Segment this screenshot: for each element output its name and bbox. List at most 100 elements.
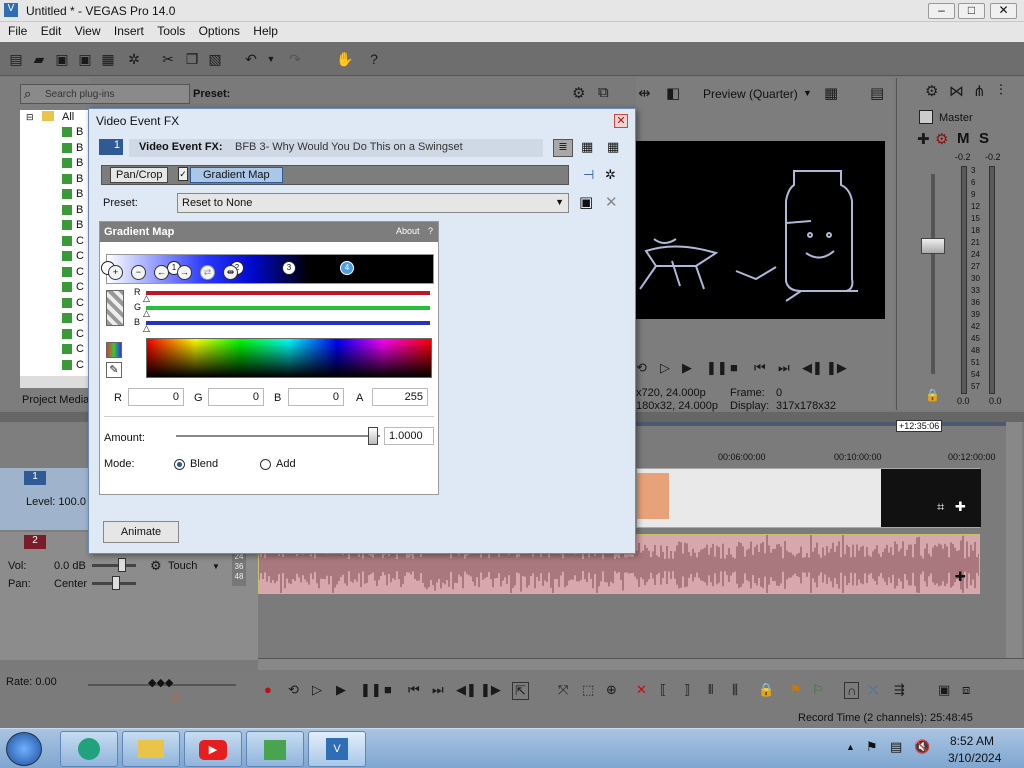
- main-go-start-icon[interactable]: ⏮: [408, 682, 420, 698]
- plugin-item[interactable]: C: [62, 266, 84, 278]
- a-field[interactable]: 255: [372, 388, 428, 406]
- menu-insert[interactable]: Insert: [109, 22, 149, 40]
- remove-plugin-icon[interactable]: ✲: [605, 167, 616, 183]
- video-track-level[interactable]: Level: 100.0: [26, 496, 86, 508]
- delete-preset-icon[interactable]: ✕: [605, 193, 618, 211]
- go-to-start-icon[interactable]: ⏮: [754, 360, 766, 376]
- enable-snapping-icon[interactable]: ✋: [336, 51, 353, 67]
- gradient-stop-4[interactable]: 4: [340, 261, 354, 275]
- tree-root-all[interactable]: All: [62, 111, 74, 123]
- selection-tool-icon[interactable]: ⬚: [582, 682, 594, 698]
- normal-edit-tool-icon[interactable]: ⇱: [512, 682, 529, 700]
- record-icon[interactable]: ●: [264, 682, 272, 697]
- save-preset-icon[interactable]: ▣: [579, 193, 593, 211]
- play-icon[interactable]: ▶: [682, 360, 692, 376]
- volume-muted-icon[interactable]: 🔇: [914, 739, 930, 755]
- main-stop-icon[interactable]: ■: [384, 682, 392, 697]
- search-input[interactable]: Search plug-ins: [45, 89, 114, 100]
- plugin-item[interactable]: C: [62, 281, 84, 293]
- pause-icon[interactable]: ❚❚: [706, 360, 728, 376]
- master-mute-button[interactable]: M: [957, 130, 970, 147]
- menu-file[interactable]: File: [3, 22, 32, 40]
- mixer-routing-icon[interactable]: ⋈: [949, 82, 964, 100]
- stop-icon[interactable]: ■: [730, 360, 738, 375]
- mixer-downmix-icon[interactable]: ⋔: [973, 82, 986, 100]
- copy-snapshot-icon[interactable]: ▤: [870, 84, 884, 102]
- event-pan-crop-icon[interactable]: ⌗: [937, 499, 944, 515]
- next-stop-icon[interactable]: →: [177, 265, 192, 280]
- preset-dropdown[interactable]: Reset to None ▼: [177, 193, 569, 213]
- tray-expand-icon[interactable]: ▲: [846, 742, 855, 752]
- main-prev-frame-icon[interactable]: ◀❚: [456, 682, 477, 698]
- tree-scrollbar[interactable]: [20, 376, 90, 388]
- add-stop-icon[interactable]: +: [108, 265, 123, 280]
- menu-help[interactable]: Help: [248, 22, 283, 40]
- new-icon[interactable]: ▤: [8, 51, 24, 67]
- master-fx-icon[interactable]: ✚: [917, 130, 930, 148]
- g-slider-handle[interactable]: △: [143, 308, 150, 319]
- tree-collapse-icon[interactable]: ⊟: [26, 112, 34, 123]
- plugin-item[interactable]: C: [62, 235, 84, 247]
- zoom-tool-icon[interactable]: ⊕: [606, 682, 617, 698]
- video-track-header[interactable]: 1 Level: 100.0: [0, 468, 90, 530]
- pan-slider-knob[interactable]: [112, 576, 120, 590]
- automation-gear-icon[interactable]: ⚙: [150, 558, 162, 574]
- remove-stop-icon[interactable]: −: [131, 265, 146, 280]
- reverse-stops-icon[interactable]: ⇄: [200, 265, 215, 280]
- plugin-tree[interactable]: ⊟ All BBBBBBBCCCCCCCCC: [20, 110, 90, 382]
- horizontal-scrollbar[interactable]: [258, 658, 1024, 670]
- grid-icon[interactable]: ▦: [824, 84, 838, 102]
- overlay-icon[interactable]: ◧: [666, 84, 680, 102]
- properties-icon[interactable]: ✲: [126, 51, 142, 67]
- master-solo-button[interactable]: S: [979, 130, 989, 147]
- master-fx-chain-icon[interactable]: ⚙: [935, 130, 948, 148]
- view-single-icon[interactable]: ≣: [553, 139, 573, 157]
- lock-event-icon[interactable]: 🔒: [758, 682, 774, 698]
- plugin-item[interactable]: B: [62, 142, 83, 154]
- taskbar-edge[interactable]: [60, 731, 118, 767]
- plugin-item[interactable]: B: [62, 157, 83, 169]
- r-slider[interactable]: [146, 291, 430, 295]
- taskbar-app[interactable]: [246, 731, 304, 767]
- master-fader-knob[interactable]: [921, 238, 945, 254]
- plugin-item[interactable]: C: [62, 297, 84, 309]
- close-button[interactable]: ✕: [990, 3, 1017, 19]
- menu-options[interactable]: Options: [194, 22, 245, 40]
- b-slider[interactable]: [146, 321, 430, 325]
- chain-bypass-checkbox[interactable]: ✓: [178, 167, 188, 181]
- whats-this-help-icon[interactable]: ?: [366, 51, 382, 67]
- video-event[interactable]: ⌗ ✚: [636, 468, 981, 528]
- preview-settings-icon[interactable]: ⚙: [572, 84, 585, 102]
- undo-dropdown-icon[interactable]: ▼: [263, 51, 279, 67]
- trim-icon[interactable]: ⫼: [732, 682, 738, 698]
- plugin-item[interactable]: B: [62, 126, 83, 138]
- help-link[interactable]: ?: [428, 226, 433, 236]
- plugin-item[interactable]: B: [62, 219, 83, 231]
- paste-icon[interactable]: ▧: [207, 51, 223, 67]
- next-frame-icon[interactable]: ❚▶: [826, 360, 847, 376]
- trim-end-icon[interactable]: ⟧: [684, 682, 690, 698]
- undo-icon[interactable]: ↶: [243, 51, 259, 67]
- g-slider[interactable]: [146, 306, 430, 310]
- plugin-item[interactable]: C: [62, 312, 84, 324]
- clock-time[interactable]: 8:52 AM: [950, 734, 994, 748]
- preview-quality-dropdown[interactable]: Preview (Quarter): [703, 87, 798, 101]
- ripple-edit-icon[interactable]: ⇶: [894, 682, 905, 698]
- play-start-icon[interactable]: ▷: [312, 682, 322, 698]
- split-icon[interactable]: ⫴: [708, 682, 713, 698]
- lock-envelopes-icon[interactable]: ▣: [938, 682, 950, 698]
- delete-icon[interactable]: ✕: [636, 682, 647, 698]
- menu-view[interactable]: View: [70, 22, 106, 40]
- plugin-item[interactable]: C: [62, 328, 84, 340]
- marker-icon[interactable]: ⚑: [790, 682, 802, 698]
- vol-slider-knob[interactable]: [118, 558, 126, 572]
- b-slider-handle[interactable]: △: [143, 323, 150, 334]
- prev-frame-icon[interactable]: ◀❚: [802, 360, 823, 376]
- mixer-settings-icon[interactable]: ⚙: [925, 82, 938, 100]
- about-link[interactable]: About: [396, 226, 420, 236]
- clock-date[interactable]: 3/10/2024: [948, 751, 1001, 765]
- preview-layout-icon[interactable]: ⧉: [598, 84, 609, 101]
- rate-slider-knob[interactable]: ◆◆◆: [148, 676, 173, 689]
- taskbar-youtube[interactable]: ▶: [184, 731, 242, 767]
- menu-edit[interactable]: Edit: [36, 22, 67, 40]
